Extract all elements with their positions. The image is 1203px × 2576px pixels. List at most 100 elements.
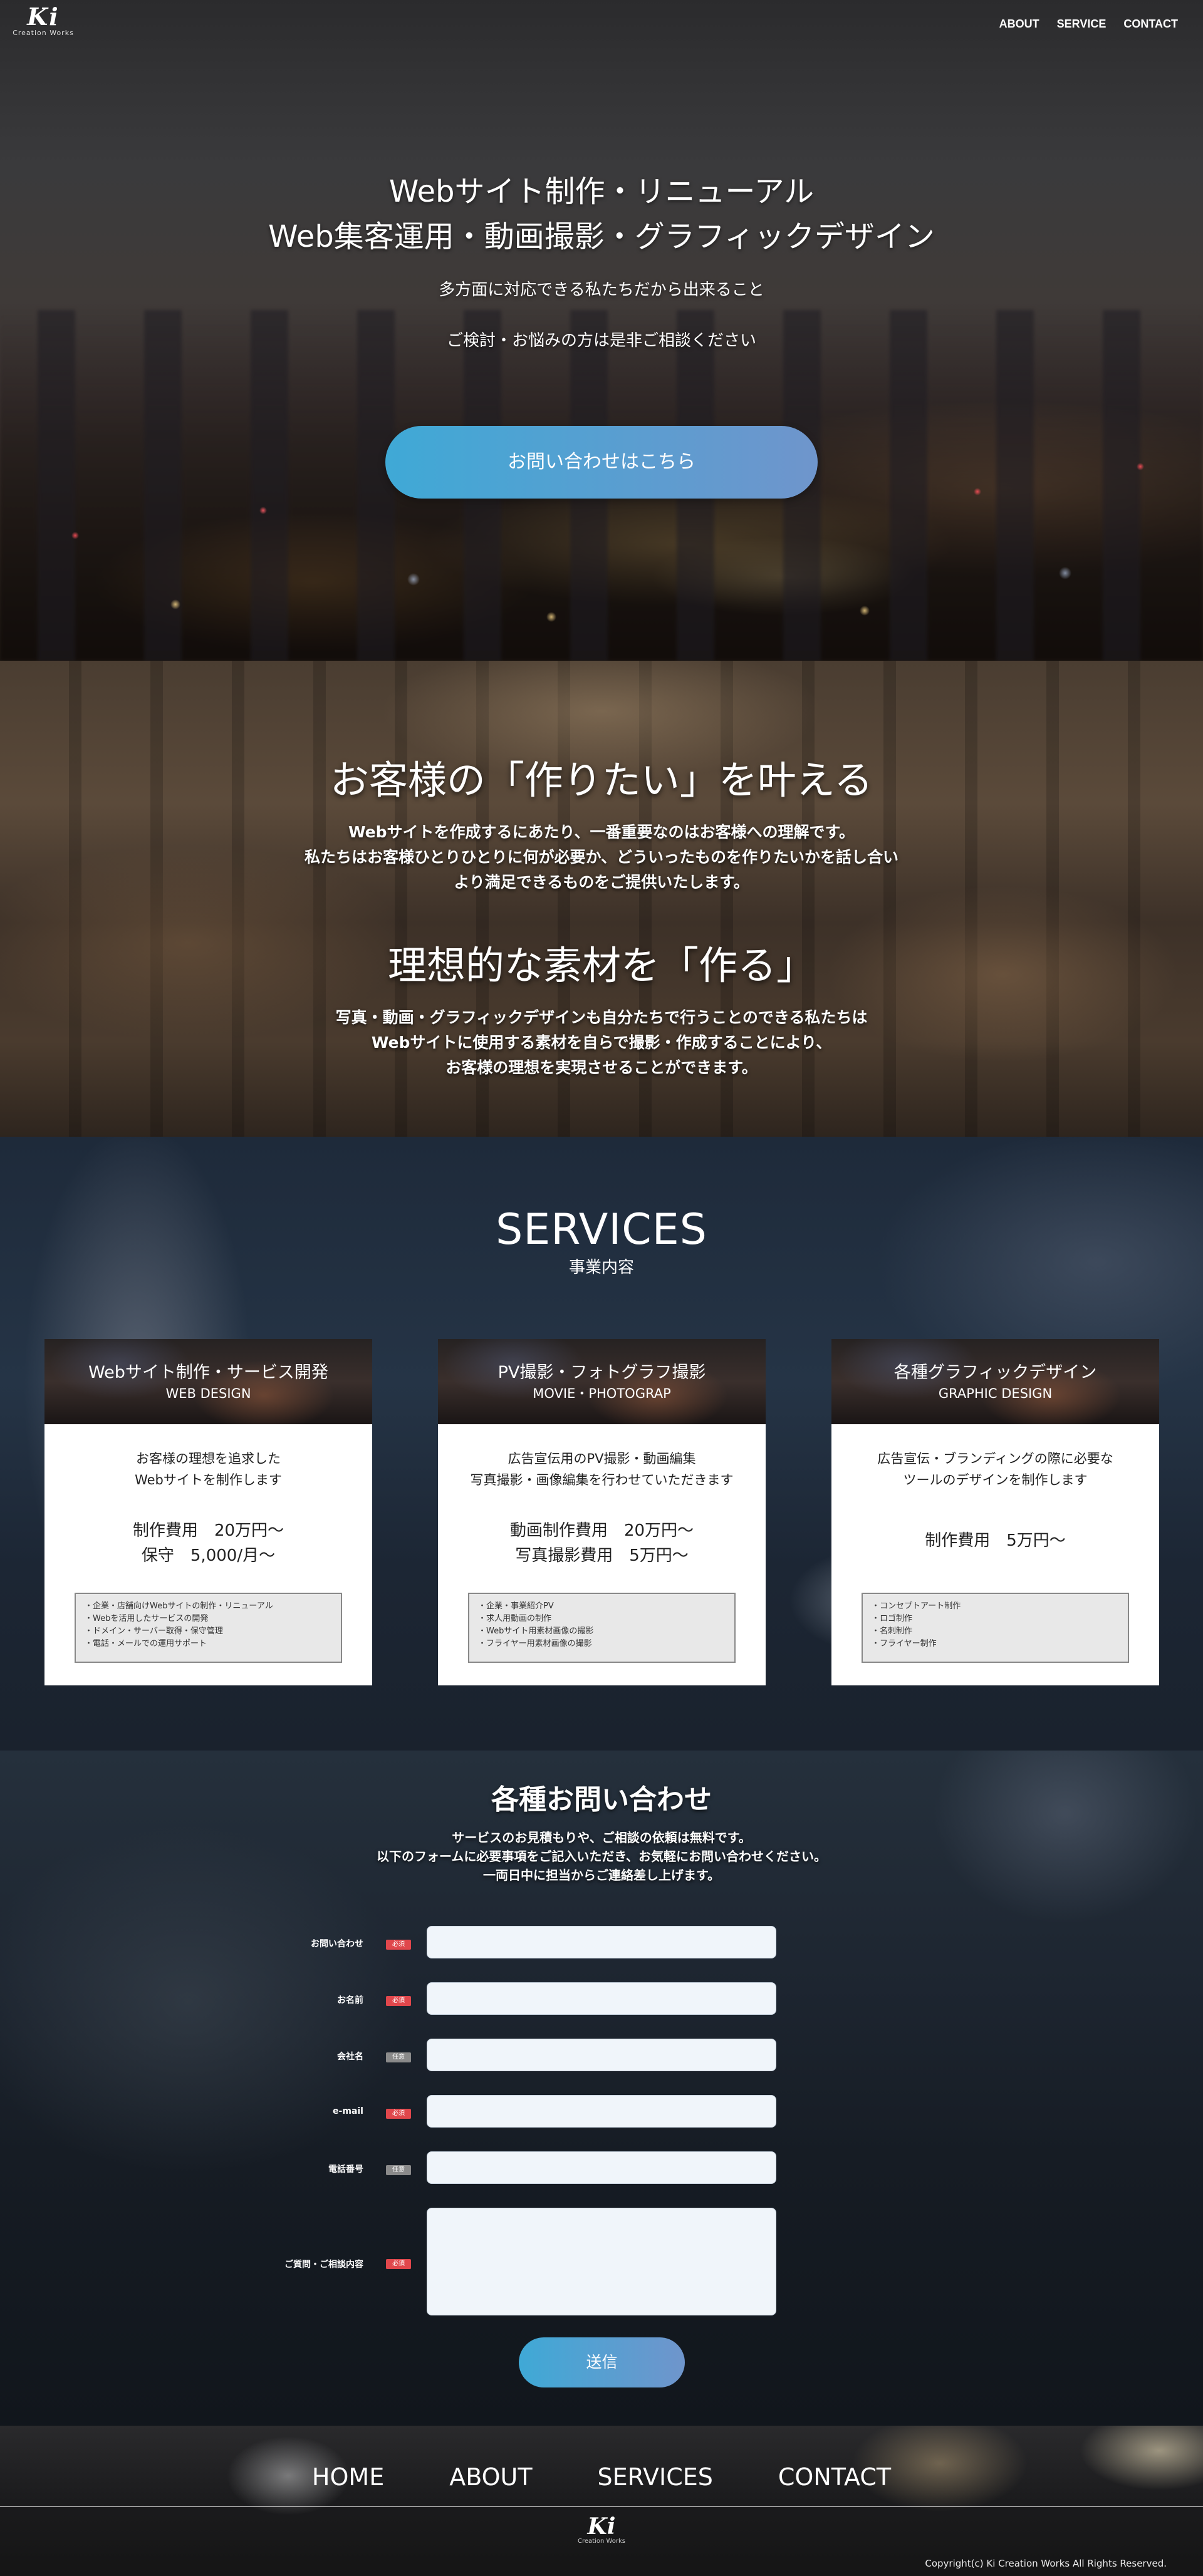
hero-title: Webサイト制作・リニューアル Web集客運用・動画撮影・グラフィックデザイン	[0, 169, 1203, 259]
service-card-header: PV撮影・フォトグラフ撮影 MOVIE・PHOTOGRAP	[438, 1339, 766, 1424]
phone-input[interactable]	[427, 2151, 776, 2184]
feature-item: ・コンセプトアート制作	[872, 1601, 961, 1611]
field-label: 電話番号	[328, 2165, 363, 2175]
feature-item: ・フライヤー制作	[872, 1639, 937, 1648]
service-card-title: 各種グラフィックデザイン	[893, 1363, 1097, 1382]
feature-item: ・Webサイト用素材画像の撮影	[478, 1627, 594, 1636]
optional-badge: 任意	[386, 2165, 411, 2175]
form-row-company: 会社名 任意	[0, 2039, 1203, 2071]
about-body-materials-line: Webサイトに使用する素材を自らで撮影・作成することにより、	[371, 1033, 832, 1052]
service-card-price: 動画制作費用 20万円〜 写真撮影費用 5万円〜	[438, 1518, 766, 1568]
nav-service-link[interactable]: SERVICE	[1057, 18, 1107, 31]
contact-lead: サービスのお見積もりや、ご相談の依頼は無料です。 以下のフォームに必要事項をご記…	[0, 1828, 1203, 1885]
description-line: 広告宣伝用のPV撮影・動画編集	[508, 1451, 696, 1466]
logo-subtitle: Creation Works	[13, 29, 74, 37]
about-body-create-line: より満足できるものをご提供いたします。	[454, 873, 749, 891]
service-card-price: 制作費用 20万円〜 保守 5,000/月〜	[44, 1518, 372, 1568]
service-card-title-en: GRAPHIC DESIGN	[938, 1386, 1053, 1401]
service-card-title-en: WEB DESIGN	[165, 1386, 251, 1401]
service-card-title-en: MOVIE・PHOTOGRAP	[533, 1386, 671, 1401]
contact-cta-button[interactable]: お問い合わせはこちら	[385, 426, 818, 499]
footer-nav-about[interactable]: ABOUT	[449, 2463, 532, 2491]
hero-section: Ki Creation Works ABOUT SERVICE CONTACT …	[0, 0, 1203, 661]
description-line: Webサイトを制作します	[135, 1472, 282, 1487]
service-card-feature-list: ・企業・店舗向けWebサイトの制作・リニューアル ・Webを活用したサービスの開…	[75, 1593, 342, 1663]
service-card-header: Webサイト制作・サービス開発 WEB DESIGN	[44, 1339, 372, 1424]
description-line: お客様の理想を追求した	[136, 1451, 281, 1466]
about-body-materials: 写真・動画・グラフィックデザインも自分たちで行うことのできる私たちは Webサイ…	[0, 1005, 1203, 1080]
field-label: お問い合わせ	[311, 1939, 363, 1949]
form-row-message: ご質問・ご相談内容 必須	[0, 2208, 1203, 2315]
footer-nav-services[interactable]: SERVICES	[598, 2463, 713, 2491]
price-line: 動画制作費用 20万円〜	[509, 1521, 694, 1540]
nav-about-link[interactable]: ABOUT	[999, 18, 1039, 31]
logo-mark: Ki	[587, 2513, 616, 2540]
services-section: SERVICES 事業内容 Webサイト制作・サービス開発 WEB DESIGN…	[0, 1137, 1203, 1751]
hero-title-line1: Webサイト制作・リニューアル	[388, 174, 815, 209]
name-input[interactable]	[427, 1982, 776, 2015]
submit-button[interactable]: 送信	[519, 2337, 685, 2387]
footer-nav: HOME ABOUT SERVICES CONTACT	[0, 2463, 1203, 2491]
services-title: SERVICES	[496, 1205, 707, 1254]
form-row-phone: 電話番号 任意	[0, 2151, 1203, 2184]
hero-title-line2: Web集客運用・動画撮影・グラフィックデザイン	[268, 219, 935, 254]
contact-lead-line: 以下のフォームに必要事項をご記入いただき、お気軽にお問い合わせください。	[377, 1849, 826, 1864]
description-line: ツールのデザインを制作します	[903, 1472, 1088, 1487]
contact-lead-line: 一両日中に担当からご連絡差し上げます。	[483, 1868, 720, 1883]
message-textarea[interactable]	[427, 2208, 776, 2315]
site-logo[interactable]: Ki Creation Works	[9, 3, 78, 38]
field-label: ご質問・ご相談内容	[284, 2260, 363, 2270]
form-row-inquiry: お問い合わせ 必須	[0, 1926, 1203, 1958]
footer: HOME ABOUT SERVICES CONTACT Ki Creation …	[0, 2426, 1203, 2576]
required-badge: 必須	[386, 1996, 411, 2006]
about-heading-create: お客様の「作りたい」を叶える	[330, 757, 873, 803]
about-body-materials-line: お客様の理想を実現させることができます。	[445, 1058, 758, 1077]
contact-title: 各種お問い合わせ	[491, 1784, 712, 1816]
contact-header: 各種お問い合わせ サービスのお見積もりや、ご相談の依頼は無料です。 以下のフォー…	[0, 1751, 1203, 1885]
about-body-create-line: Webサイトを作成するにあたり、一番重要なのはお客様への理解です。	[348, 823, 855, 841]
feature-item: ・求人用動画の制作	[478, 1614, 552, 1623]
service-card-feature-list: ・コンセプトアート制作 ・ロゴ制作 ・名刺制作 ・フライヤー制作	[862, 1593, 1129, 1663]
optional-badge: 任意	[386, 2052, 411, 2062]
contact-lead-line: サービスのお見積もりや、ご相談の依頼は無料です。	[452, 1830, 751, 1845]
hero-tagline: 多方面に対応できる私たちだから出来ること	[439, 281, 764, 299]
description-line: 写真撮影・画像編集を行わせていただきます	[470, 1472, 734, 1487]
top-nav: ABOUT SERVICE CONTACT	[999, 18, 1178, 31]
email-input[interactable]	[427, 2095, 776, 2128]
services-subtitle: 事業内容	[568, 1258, 634, 1277]
nav-contact-link[interactable]: CONTACT	[1123, 18, 1178, 31]
price-line: 制作費用 5万円〜	[925, 1531, 1066, 1550]
feature-item: ・ロゴ制作	[872, 1614, 913, 1623]
service-card-title: Webサイト制作・サービス開発	[88, 1363, 328, 1382]
company-input[interactable]	[427, 2039, 776, 2071]
inquiry-input[interactable]	[427, 1926, 776, 1958]
field-label: e-mail	[333, 2106, 363, 2116]
footer-logo[interactable]: Ki Creation Works	[570, 2515, 633, 2545]
about-section: お客様の「作りたい」を叶える Webサイトを作成するにあたり、一番重要なのはお客…	[0, 661, 1203, 1137]
service-card-graphic: 各種グラフィックデザイン GRAPHIC DESIGN 広告宣伝・ブランディング…	[831, 1339, 1159, 1685]
field-label: お名前	[337, 1995, 363, 2005]
price-line: 保守 5,000/月〜	[141, 1546, 276, 1565]
services-header: SERVICES 事業内容	[0, 1207, 1203, 1278]
required-badge: 必須	[386, 1940, 411, 1950]
logo-mark: Ki	[27, 3, 60, 31]
footer-divider	[0, 2506, 1203, 2507]
feature-item: ・電話・メールでの運用サポート	[85, 1639, 207, 1648]
footer-nav-contact[interactable]: CONTACT	[778, 2463, 891, 2491]
feature-item: ・Webを活用したサービスの開発	[85, 1614, 209, 1623]
price-line: 制作費用 20万円〜	[132, 1521, 284, 1540]
logo-subtitle: Creation Works	[577, 2538, 626, 2545]
about-body-create: Webサイトを作成するにあたり、一番重要なのはお客様への理解です。 私たちはお客…	[0, 820, 1203, 895]
feature-item: ・フライヤー用素材画像の撮影	[478, 1639, 592, 1648]
about-body-create-line: 私たちはお客様ひとりひとりに何が必要か、どういったものを作りたいかを話し合い	[304, 848, 898, 866]
service-card-header: 各種グラフィックデザイン GRAPHIC DESIGN	[831, 1339, 1159, 1424]
field-label: 会社名	[337, 2052, 363, 2062]
about-heading-materials: 理想的な素材を「作る」	[387, 943, 815, 988]
feature-item: ・企業・店舗向けWebサイトの制作・リニューアル	[85, 1601, 273, 1611]
service-card-description: 広告宣伝用のPV撮影・動画編集 写真撮影・画像編集を行わせていただきます	[438, 1448, 766, 1491]
copyright-text: Copyright(c) Ki Creation Works All Right…	[925, 2558, 1167, 2569]
form-row-email: e-mail 必須	[0, 2095, 1203, 2128]
service-card-description: お客様の理想を追求した Webサイトを制作します	[44, 1448, 372, 1491]
required-badge: 必須	[386, 2259, 411, 2269]
footer-nav-home[interactable]: HOME	[312, 2463, 384, 2491]
